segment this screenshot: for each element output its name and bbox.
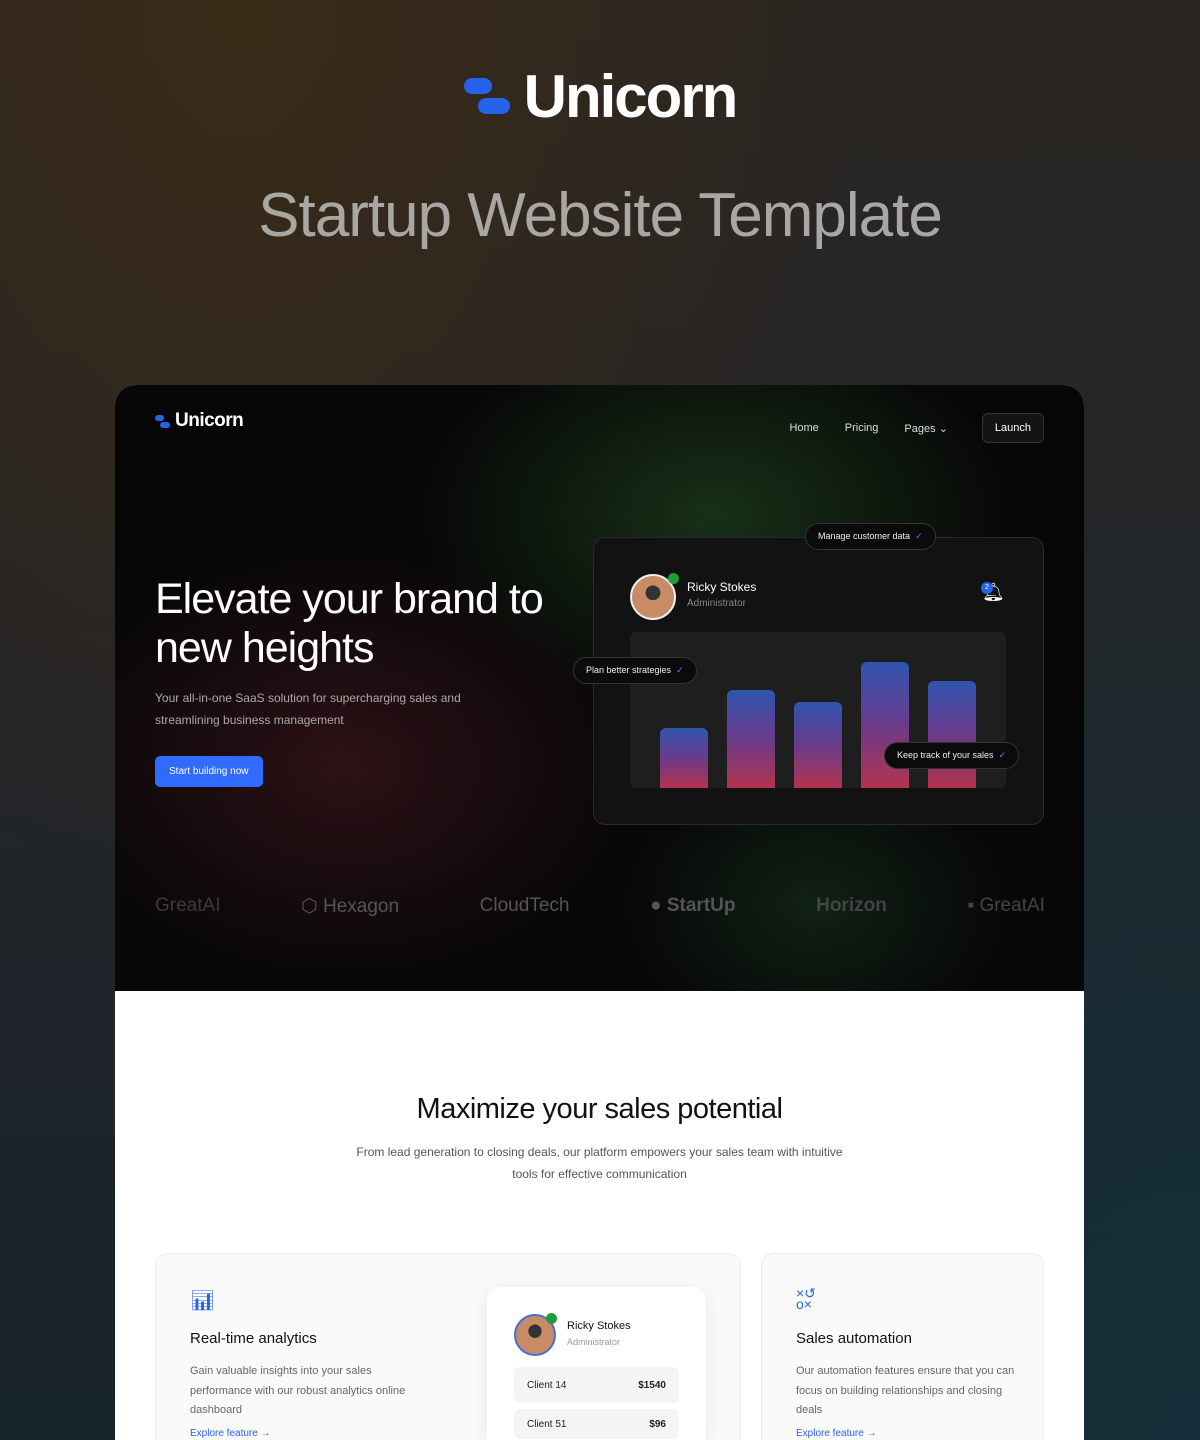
chart-bar: [794, 702, 842, 788]
top-nav: Home Pricing Pages ⌄ Launch: [789, 413, 1044, 443]
notification-badge: 2: [981, 582, 993, 594]
explore-feature-link[interactable]: Explore feature →: [190, 1428, 271, 1440]
logo-cloudtech: CloudTech: [479, 895, 570, 916]
feature-text: Our automation features ensure that you …: [796, 1365, 1015, 1416]
logo-hexagon: ⬡ Hexagon: [301, 896, 400, 917]
nav-pages[interactable]: Pages ⌄: [904, 422, 947, 435]
section-title: Maximize your sales potential: [416, 1093, 783, 1125]
presentation-chart-icon: 📊︎: [190, 1290, 216, 1312]
section-subtitle: From lead generation to closing deals, o…: [356, 1145, 843, 1181]
check-icon: ✓: [676, 665, 684, 675]
user-name: Ricky Stokes: [687, 580, 757, 594]
page-subtitle: Startup Website Template: [258, 181, 943, 250]
online-status-dot: [668, 573, 679, 584]
partner-logos: GreatAI ⬡ Hexagon CloudTech ● StartUp Ho…: [155, 895, 1045, 918]
hero-lead: Your all-in-one SaaS solution for superc…: [155, 691, 461, 727]
user-role: Administrator: [687, 598, 746, 609]
launch-button[interactable]: Launch: [981, 413, 1044, 443]
online-status-dot: [546, 1313, 557, 1324]
website-mockup: Unicorn Home Pricing Pages ⌄ Launch Elev…: [115, 385, 1084, 1440]
logo-label: GreatAI: [979, 895, 1045, 916]
check-icon: ✓: [998, 750, 1007, 760]
client-name: Client 51: [527, 1418, 567, 1430]
check-icon: ✓: [915, 531, 923, 541]
pill-label: Keep track of your sales: [897, 750, 994, 760]
client-list-card: Ricky Stokes Administrator Client 14 $154…: [487, 1287, 706, 1440]
explore-feature-link[interactable]: Explore feature →: [796, 1428, 877, 1440]
pill-manage-data: Manage customer data ✓: [805, 523, 936, 550]
user-role: Administrator: [567, 1337, 621, 1347]
brand-name: Unicorn: [523, 63, 739, 130]
logo-startup: ● StartUp: [650, 895, 736, 916]
hero-title: Elevate your brand to new heights: [155, 575, 544, 672]
user-name: Ricky Stokes: [567, 1320, 631, 1332]
hero-section: Unicorn Home Pricing Pages ⌄ Launch Elev…: [115, 385, 1084, 991]
nav-home[interactable]: Home: [789, 422, 818, 434]
chart-bar: [660, 727, 708, 788]
chart-bar: [928, 680, 976, 788]
client-row[interactable]: Client 51 $96: [514, 1409, 679, 1439]
logo-label: Hexagon: [322, 896, 400, 917]
brand-header: Unicorn: [0, 62, 1200, 131]
client-amount: $96: [649, 1418, 666, 1430]
chart-bar: [861, 662, 909, 788]
logo-horizon: Horizon: [816, 895, 887, 916]
unicorn-logo-icon: [463, 77, 510, 116]
client-row[interactable]: Client 14 $1540: [514, 1367, 679, 1403]
nav-pricing[interactable]: Pricing: [845, 422, 879, 434]
nav-logo[interactable]: Unicorn: [155, 410, 244, 432]
start-building-button[interactable]: Start building now: [155, 756, 263, 787]
chart-bar: [727, 689, 775, 788]
client-amount: $1540: [638, 1379, 666, 1391]
logo-label: StartUp: [666, 895, 736, 916]
nav-pages-label: Pages: [904, 422, 936, 435]
unicorn-logo-icon: [155, 414, 170, 428]
nav-logo-text: Unicorn: [175, 410, 244, 431]
logo-greatai: GreatAI: [155, 895, 221, 916]
client-name: Client 14: [527, 1379, 567, 1391]
pill-label: Plan better strategies: [586, 665, 672, 675]
logo-greatai-2: ▪ GreatAI: [967, 895, 1045, 916]
feature-title: Sales automation: [796, 1330, 912, 1347]
chevron-down-icon: ⌄: [938, 422, 948, 435]
feature-title: Real-time analytics: [190, 1330, 317, 1347]
feature-text: Gain valuable insights into your sales p…: [190, 1365, 406, 1416]
pill-plan-strategies: Plan better strategies ✓: [573, 657, 697, 684]
strategy-icon: ×↺ o×: [796, 1285, 816, 1312]
feature-card-automation: ×↺ o× Sales automation Our automation fea…: [761, 1253, 1044, 1440]
pill-label: Manage customer data: [818, 531, 911, 541]
pill-track-sales: Keep track of your sales ✓: [884, 742, 1020, 769]
